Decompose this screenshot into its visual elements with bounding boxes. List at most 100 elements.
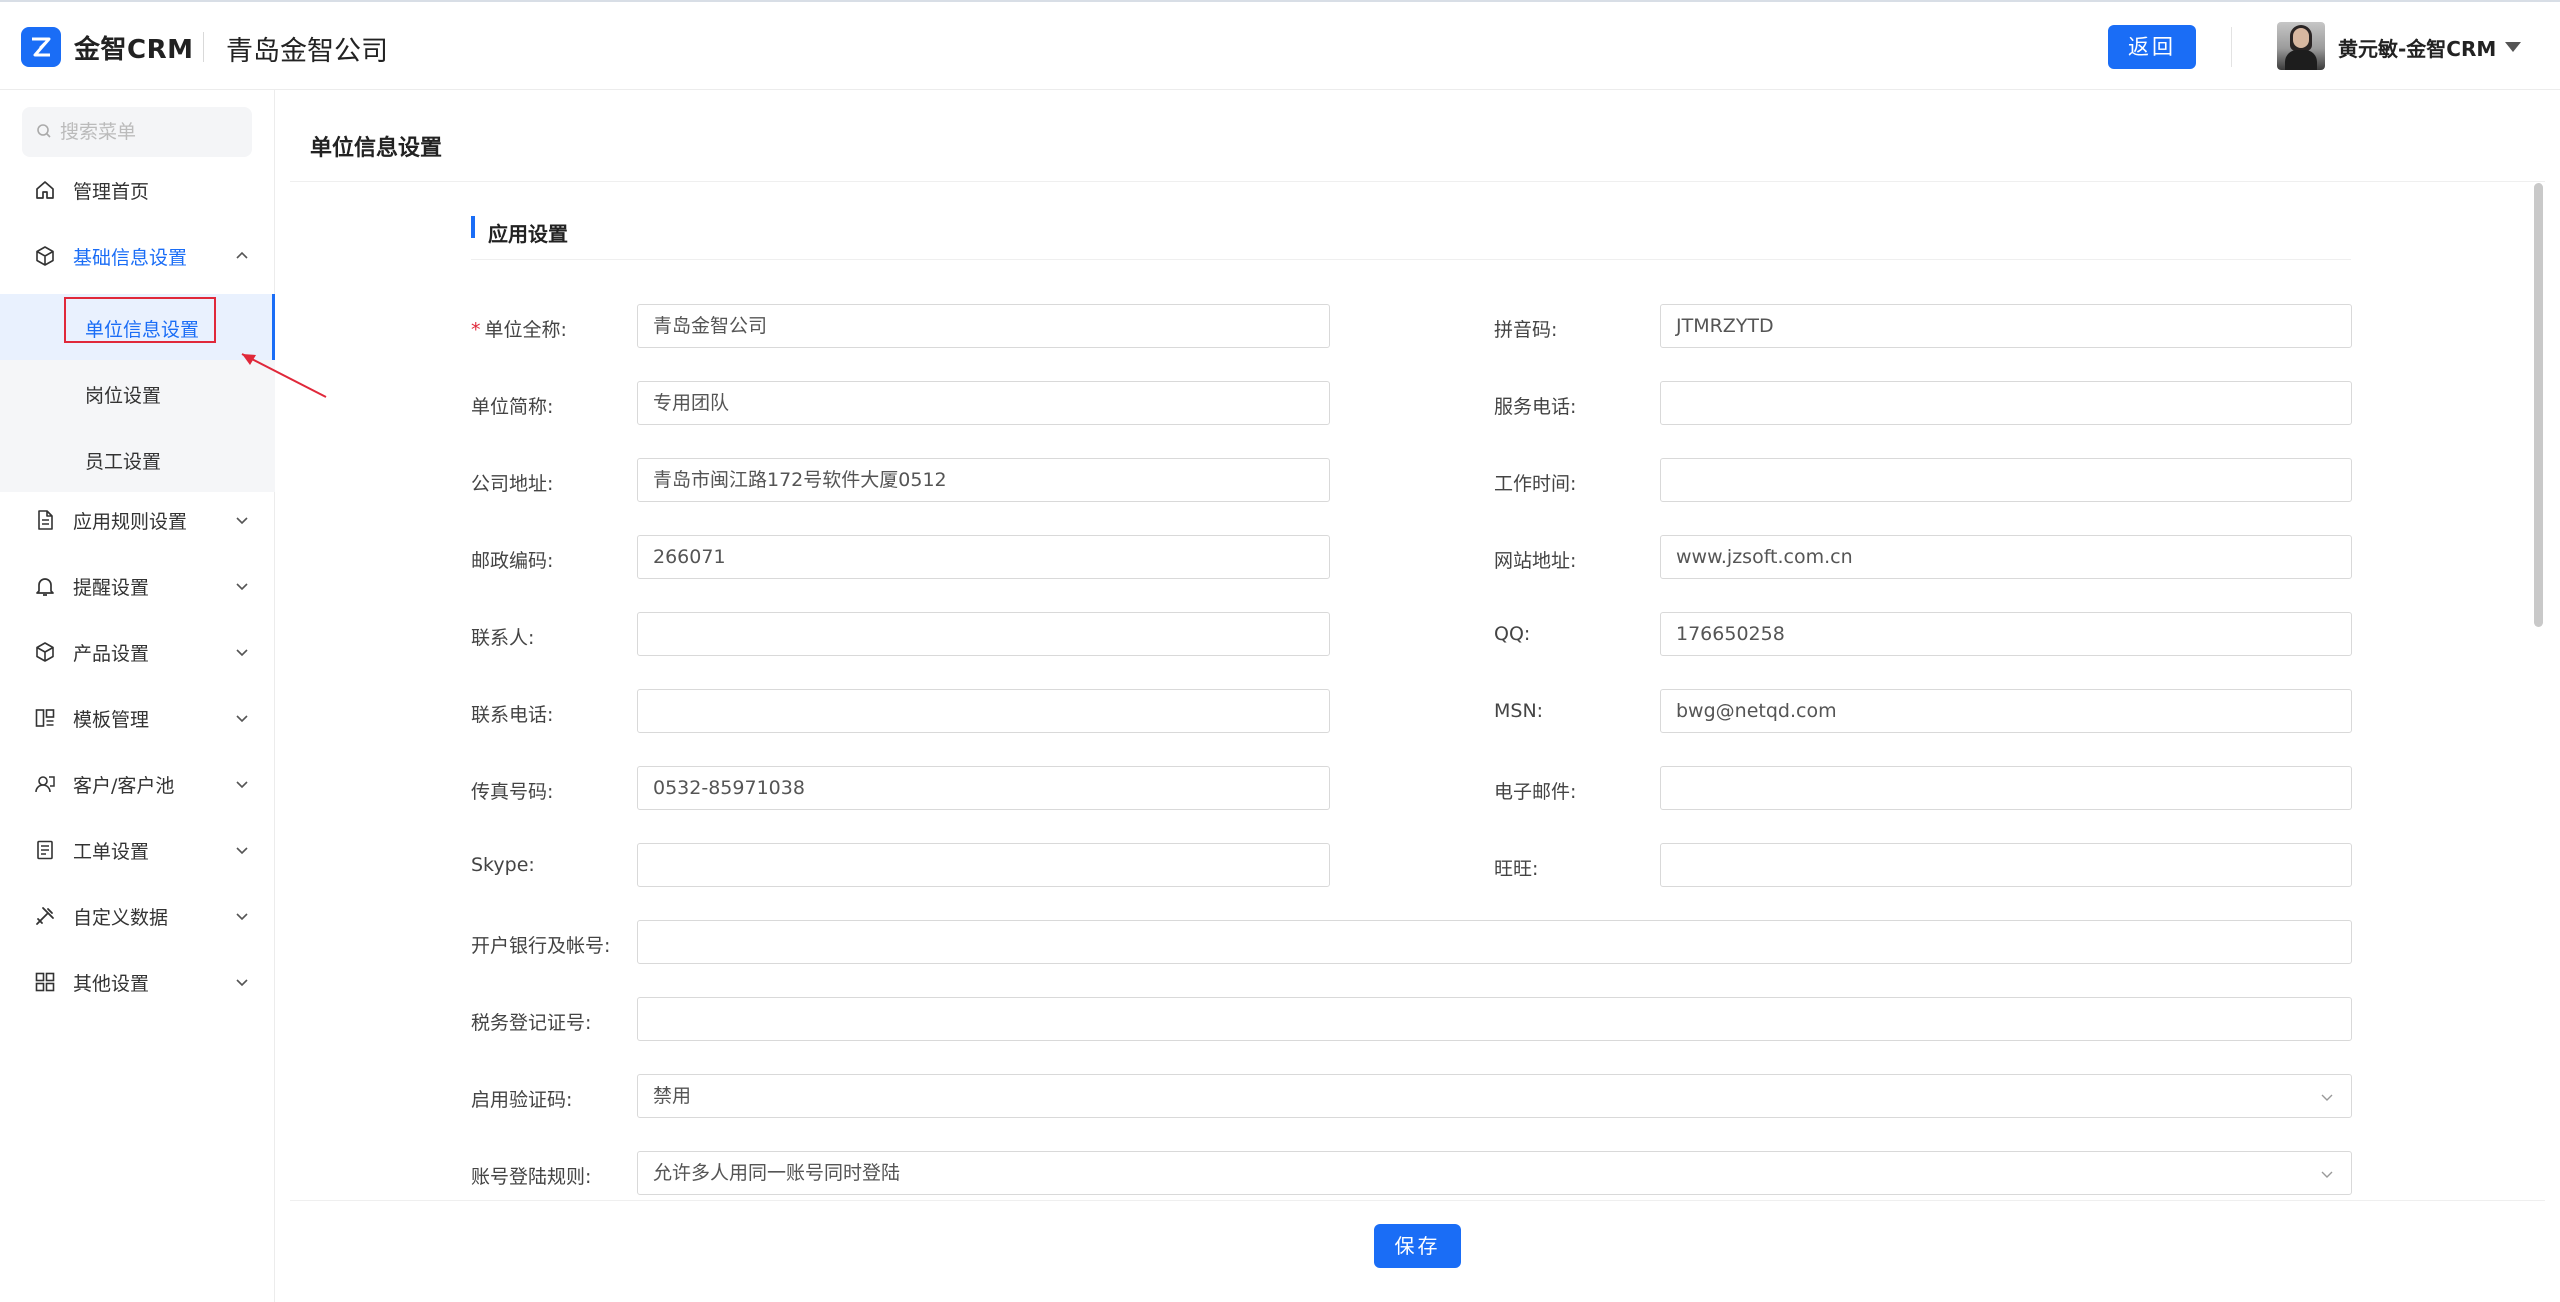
sidebar-item-label: 应用规则设置 xyxy=(73,511,188,533)
chevron-down-icon xyxy=(2321,1171,2333,1178)
sidebar-item-templates[interactable]: 模板管理 xyxy=(0,685,275,751)
document-icon xyxy=(38,510,53,530)
back-button[interactable]: 返回 xyxy=(2108,25,2196,69)
annotation-highlight-box xyxy=(64,297,216,343)
search-box[interactable] xyxy=(22,107,252,157)
ticket-icon xyxy=(37,840,53,860)
address-input[interactable]: 青岛市闽江路172号软件大厦0512 xyxy=(637,458,1330,502)
chevron-down-icon xyxy=(236,715,248,723)
chevron-down-icon xyxy=(236,913,248,921)
sidebar-item-label: 客户/客户池 xyxy=(73,775,175,797)
avatar[interactable] xyxy=(2277,22,2325,70)
user-name[interactable]: 黄元敏-金智CRM xyxy=(2338,33,2496,62)
search-input[interactable] xyxy=(60,117,240,147)
chevron-down-icon xyxy=(236,781,248,789)
bell-icon xyxy=(36,578,54,596)
msn-input[interactable]: bwg@netqd.com xyxy=(1660,689,2352,733)
contact-input[interactable] xyxy=(637,612,1330,656)
home-icon xyxy=(36,181,54,199)
email-input[interactable] xyxy=(1660,766,2352,810)
contact-phone-label: 联系电话: xyxy=(471,704,554,726)
divider xyxy=(290,181,2545,182)
service-phone-label: 服务电话: xyxy=(1494,396,1577,418)
email-label: 电子邮件: xyxy=(1494,781,1577,803)
sidebar-item-home[interactable]: 管理首页 xyxy=(0,157,275,223)
fax-input[interactable]: 0532-85971038 xyxy=(637,766,1330,810)
section-marker xyxy=(471,216,475,238)
login-rule-label: 账号登陆规则: xyxy=(471,1166,592,1188)
chevron-down-icon xyxy=(236,979,248,987)
pinyin-label: 拼音码: xyxy=(1494,319,1558,341)
divider xyxy=(290,1200,2545,1201)
tools-icon xyxy=(36,907,54,925)
pinyin-input[interactable]: JTMRZYTD xyxy=(1660,304,2352,348)
sidebar-item-positions[interactable]: 岗位设置 xyxy=(0,360,275,426)
chevron-down-icon xyxy=(236,517,248,525)
fax-label: 传真号码: xyxy=(471,781,554,803)
captcha-select[interactable]: 禁用 xyxy=(637,1074,2352,1118)
sidebar-item-employees[interactable]: 员工设置 xyxy=(0,426,275,492)
wangwang-input[interactable] xyxy=(1660,843,2352,887)
work-time-label: 工作时间: xyxy=(1494,473,1577,495)
page-title: 单位信息设置 xyxy=(310,136,443,161)
service-phone-input[interactable] xyxy=(1660,381,2352,425)
sidebar: 管理首页 基础信息设置 单位信息设置 岗位设置 员工设置 应用规则设置 提醒设置… xyxy=(0,90,275,1302)
save-button[interactable]: 保存 xyxy=(1374,1224,1461,1268)
sidebar-item-products[interactable]: 产品设置 xyxy=(0,619,275,685)
bank-input[interactable] xyxy=(637,920,2352,964)
sidebar-item-reminders[interactable]: 提醒设置 xyxy=(0,553,275,619)
unit-short-name-label: 单位简称: xyxy=(471,396,554,418)
skype-label: Skype: xyxy=(471,854,535,876)
sidebar-item-label: 提醒设置 xyxy=(73,577,150,599)
unit-full-name-input[interactable]: 青岛金智公司 xyxy=(637,304,1330,348)
sidebar-item-label: 模板管理 xyxy=(73,709,150,731)
divider xyxy=(471,259,2351,260)
postcode-input[interactable]: 266071 xyxy=(637,535,1330,579)
sidebar-item-custom-data[interactable]: 自定义数据 xyxy=(0,883,275,949)
captcha-label: 启用验证码: xyxy=(471,1089,573,1111)
logo-icon xyxy=(21,27,61,67)
qq-input[interactable]: 176650258 xyxy=(1660,612,2352,656)
sidebar-item-app-rules[interactable]: 应用规则设置 xyxy=(0,487,275,553)
wangwang-label: 旺旺: xyxy=(1494,858,1539,880)
sidebar-item-label: 员工设置 xyxy=(85,451,162,473)
sidebar-item-label: 岗位设置 xyxy=(85,385,162,407)
postcode-label: 邮政编码: xyxy=(471,550,554,572)
caret-down-icon[interactable] xyxy=(2505,42,2521,52)
section-title: 应用设置 xyxy=(488,222,568,246)
divider xyxy=(203,32,204,62)
qq-label: QQ: xyxy=(1494,623,1531,645)
chevron-down-icon xyxy=(236,847,248,855)
login-rule-select-value: 允许多人用同一账号同时登陆 xyxy=(653,1162,901,1184)
sidebar-item-label: 基础信息设置 xyxy=(73,247,188,269)
tax-label: 税务登记证号: xyxy=(471,1012,592,1034)
sidebar-item-customers[interactable]: 客户/客户池 xyxy=(0,751,275,817)
unit-short-name-input[interactable]: 专用团队 xyxy=(637,381,1330,425)
sidebar-item-label: 自定义数据 xyxy=(73,907,169,929)
work-time-input[interactable] xyxy=(1660,458,2352,502)
chevron-down-icon xyxy=(2321,1094,2333,1101)
cube-icon xyxy=(36,246,54,266)
sidebar-item-label: 产品设置 xyxy=(73,643,150,665)
scrollbar-thumb[interactable] xyxy=(2534,183,2543,627)
sidebar-item-basic-info[interactable]: 基础信息设置 xyxy=(0,223,275,289)
customer-icon xyxy=(35,776,55,793)
sidebar-item-other[interactable]: 其他设置 xyxy=(0,949,275,1015)
top-bar: 金智CRM 青岛金智公司 返回 黄元敏-金智CRM xyxy=(0,0,2560,90)
captcha-select-value: 禁用 xyxy=(653,1085,692,1107)
sidebar-item-tickets[interactable]: 工单设置 xyxy=(0,817,275,883)
sidebar-item-label: 管理首页 xyxy=(73,181,150,203)
company-name: 青岛金智公司 xyxy=(226,36,388,67)
search-icon xyxy=(37,124,51,138)
contact-label: 联系人: xyxy=(471,627,535,649)
template-icon xyxy=(35,709,55,727)
bank-label: 开户银行及帐号: xyxy=(471,935,611,957)
cube-icon xyxy=(36,642,54,662)
contact-phone-input[interactable] xyxy=(637,689,1330,733)
tax-input[interactable] xyxy=(637,997,2352,1041)
skype-input[interactable] xyxy=(637,843,1330,887)
login-rule-select[interactable]: 允许多人用同一账号同时登陆 xyxy=(637,1151,2352,1195)
website-input[interactable]: www.jzsoft.com.cn xyxy=(1660,535,2352,579)
address-label: 公司地址: xyxy=(471,473,554,495)
chevron-down-icon xyxy=(236,649,248,657)
